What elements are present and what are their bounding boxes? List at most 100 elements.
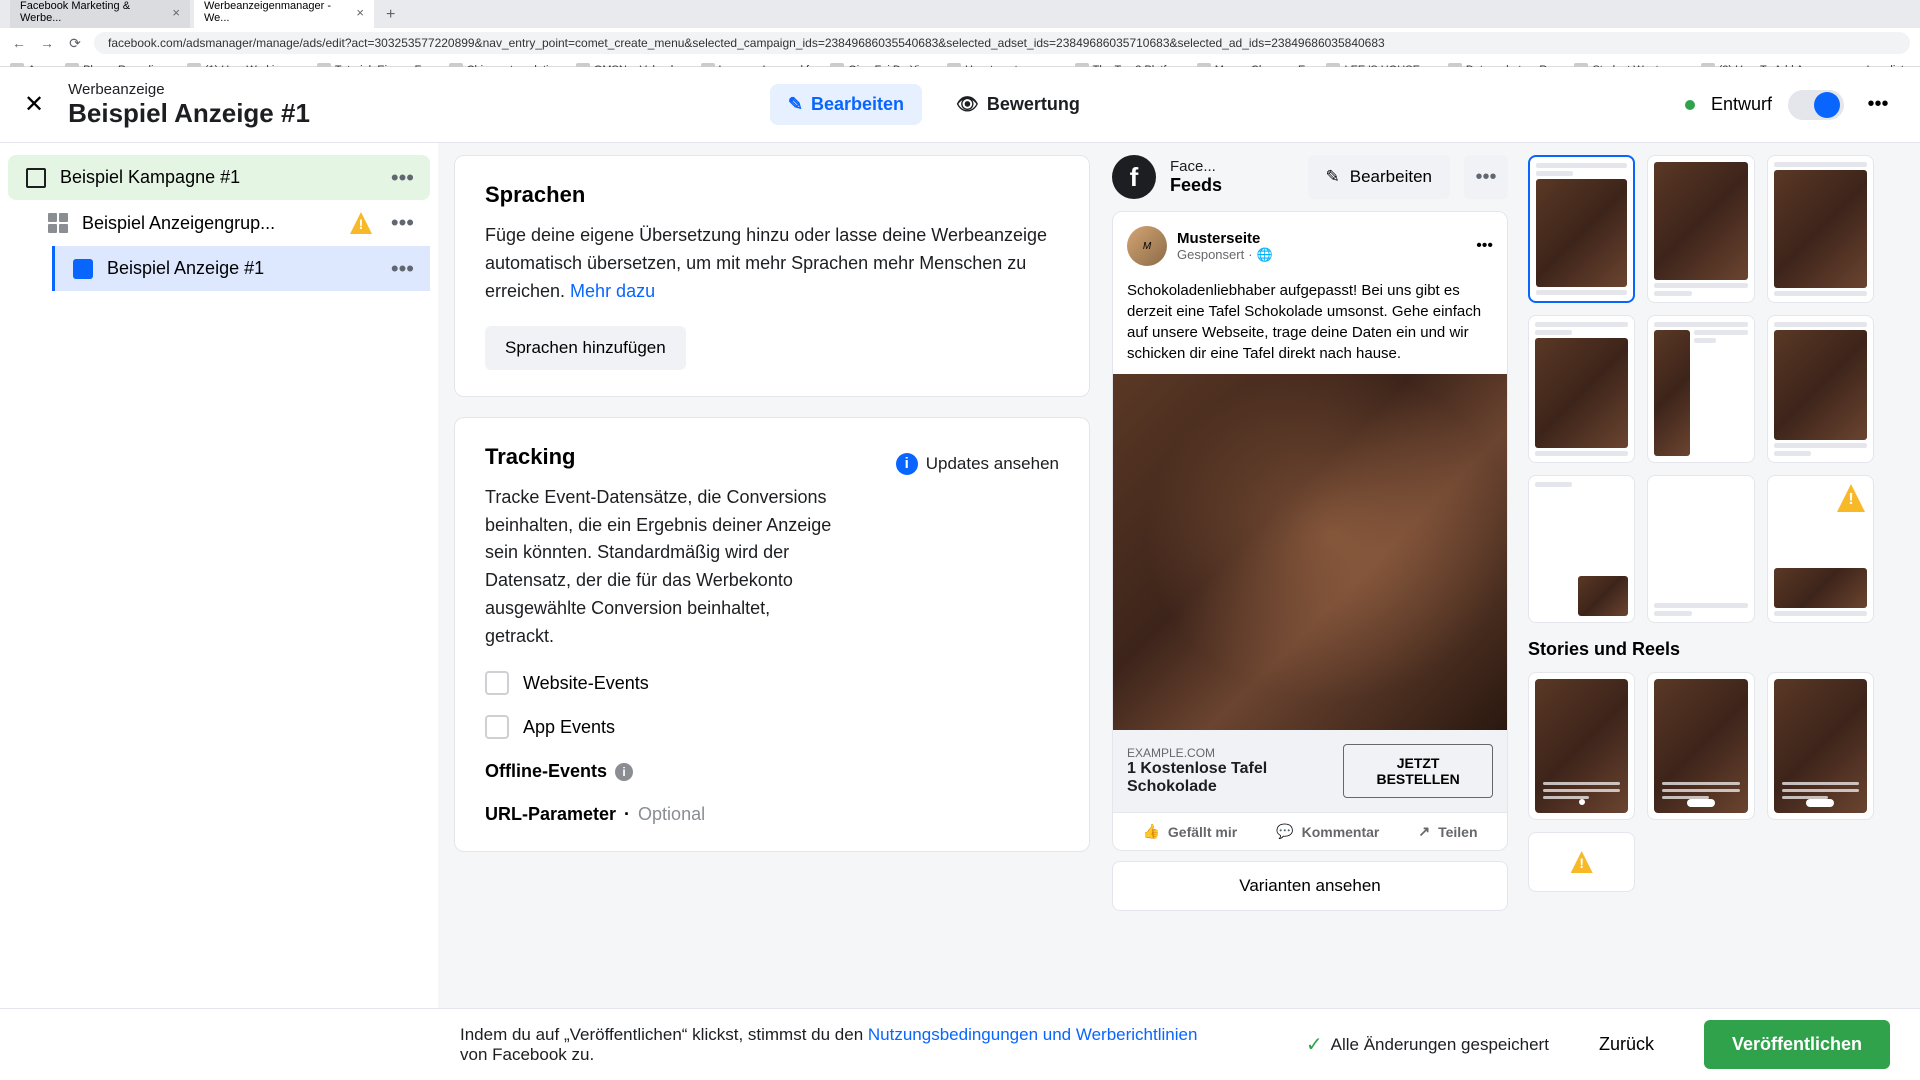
ad-cta-block: EXAMPLE.COM 1 Kostenlose Tafel Schokolad… xyxy=(1113,730,1507,812)
status-dot-icon xyxy=(1685,100,1695,110)
facebook-icon: f xyxy=(1112,155,1156,199)
placement-thumbnail[interactable] xyxy=(1647,155,1754,303)
placement-thumbnail[interactable] xyxy=(1528,832,1635,892)
placement-thumbnail[interactable] xyxy=(1528,315,1635,463)
preview-thumbnails: Stories und Reels xyxy=(1528,155,1874,1001)
ad-icon xyxy=(73,259,93,279)
share-icon: ↗ xyxy=(1418,823,1430,840)
sidebar-item-label: Beispiel Anzeige #1 xyxy=(107,258,264,279)
view-updates-button[interactable]: i Updates ansehen xyxy=(896,453,1059,475)
header-tabs: ✎ Bearbeiten 👁 Bewertung xyxy=(770,84,1098,125)
info-icon[interactable]: i xyxy=(615,763,633,781)
folder-icon xyxy=(26,168,46,188)
ad-image xyxy=(1113,374,1507,730)
ad-more-icon[interactable]: ••• xyxy=(1476,237,1493,255)
back-icon[interactable]: ← xyxy=(10,34,28,52)
tab-bar: Facebook Marketing & Werbe...× Werbeanze… xyxy=(0,0,1920,28)
app-events-checkbox[interactable]: App Events xyxy=(485,715,1059,739)
close-icon[interactable]: × xyxy=(172,5,180,20)
add-languages-button[interactable]: Sprachen hinzufügen xyxy=(485,326,686,370)
back-button[interactable]: Zurück xyxy=(1579,1020,1674,1069)
comment-button[interactable]: 💬Kommentar xyxy=(1276,823,1379,840)
feeds-grid xyxy=(1528,155,1874,623)
close-icon[interactable]: × xyxy=(356,5,364,20)
status-toggle[interactable] xyxy=(1788,90,1844,120)
edit-label: Bearbeiten xyxy=(1350,167,1432,187)
sidebar-item-adgroup[interactable]: Beispiel Anzeigengrup... ••• xyxy=(30,200,430,246)
updates-label: Updates ansehen xyxy=(926,454,1059,474)
sidebar-item-campaign[interactable]: Beispiel Kampagne #1 ••• xyxy=(8,155,430,200)
ad-domain: EXAMPLE.COM xyxy=(1127,746,1343,760)
new-tab-button[interactable]: + xyxy=(378,2,403,28)
browser-tab[interactable]: Facebook Marketing & Werbe...× xyxy=(10,0,190,28)
url-input[interactable]: facebook.com/adsmanager/manage/ads/edit?… xyxy=(94,32,1910,54)
sidebar-item-label: Beispiel Kampagne #1 xyxy=(60,167,240,188)
tab-edit[interactable]: ✎ Bearbeiten xyxy=(770,84,922,125)
ad-copy: Schokoladenliebhaber aufgepasst! Bei uns… xyxy=(1113,280,1507,374)
placement-thumbnail[interactable] xyxy=(1528,475,1635,623)
placement-thumbnail[interactable] xyxy=(1647,475,1754,623)
page-header: ✕ Werbeanzeige Beispiel Anzeige #1 ✎ Bea… xyxy=(0,67,1920,143)
pencil-icon: ✎ xyxy=(1326,167,1340,187)
eye-icon: 👁 xyxy=(956,94,979,115)
card-title: Tracking xyxy=(485,444,575,470)
more-icon[interactable]: ••• xyxy=(391,165,414,191)
entity-type: Werbeanzeige xyxy=(68,81,310,98)
url-parameter-label: URL-Parameter · Optional xyxy=(485,804,1059,825)
checkbox-icon xyxy=(485,715,509,739)
more-icon[interactable]: ••• xyxy=(391,210,414,236)
placement-thumbnail[interactable] xyxy=(1767,155,1874,303)
sidebar-item-ad[interactable]: Beispiel Anzeige #1 ••• xyxy=(52,246,430,291)
tab-label: Bewertung xyxy=(987,94,1080,115)
tab-label: Bearbeiten xyxy=(811,94,904,115)
warning-icon xyxy=(350,212,372,234)
website-events-checkbox[interactable]: Website-Events xyxy=(485,671,1059,695)
checkbox-icon xyxy=(485,671,509,695)
variants-button[interactable]: Varianten ansehen xyxy=(1112,861,1508,911)
tab-label: Werbeanzeigenmanager - We... xyxy=(204,0,344,24)
browser-tab[interactable]: Werbeanzeigenmanager - We... × xyxy=(194,0,374,28)
offline-events-label: Offline-Events i xyxy=(485,761,1059,782)
preview-pane: f Face... Feeds ✎ Bearbeiten ••• M Muste… xyxy=(1106,143,1920,1013)
tracking-card: Tracking i Updates ansehen Tracke Event-… xyxy=(454,417,1090,852)
placement-thumbnail[interactable] xyxy=(1528,672,1635,820)
warning-icon xyxy=(1571,851,1593,873)
footer-agreement: Indem du auf „Veröffentlichen“ klickst, … xyxy=(460,1025,1220,1065)
placement-thumbnail[interactable] xyxy=(1767,315,1874,463)
preview-header: f Face... Feeds ✎ Bearbeiten ••• xyxy=(1112,155,1508,199)
share-button[interactable]: ↗Teilen xyxy=(1418,823,1477,840)
languages-card: Sprachen Füge deine eigene Übersetzung h… xyxy=(454,155,1090,397)
more-icon[interactable]: ••• xyxy=(391,256,414,282)
header-right: Entwurf ••• xyxy=(1685,87,1896,123)
ad-preview-header: M Musterseite Gesponsert · 🌐 ••• xyxy=(1113,212,1507,280)
like-button[interactable]: 👍Gefällt mir xyxy=(1142,823,1237,840)
cta-button[interactable]: JETZT BESTELLEN xyxy=(1343,744,1493,798)
editor-pane: Sprachen Füge deine eigene Übersetzung h… xyxy=(438,143,1106,1013)
placement-thumbnail[interactable] xyxy=(1647,672,1754,820)
preview-edit-button[interactable]: ✎ Bearbeiten xyxy=(1308,155,1450,199)
forward-icon[interactable]: → xyxy=(38,34,56,52)
publish-button[interactable]: Veröffentlichen xyxy=(1704,1020,1890,1069)
checkbox-label: App Events xyxy=(523,717,615,738)
page-avatar: M xyxy=(1127,226,1167,266)
main-content: Beispiel Kampagne #1 ••• Beispiel Anzeig… xyxy=(0,143,1920,1013)
reload-icon[interactable]: ⟳ xyxy=(66,34,84,52)
browser-chrome: Facebook Marketing & Werbe...× Werbeanze… xyxy=(0,0,1920,67)
terms-link[interactable]: Nutzungsbedingungen und Werberichtlinien xyxy=(868,1025,1198,1044)
close-button[interactable]: ✕ xyxy=(24,90,44,119)
placement-thumbnail[interactable] xyxy=(1647,315,1754,463)
footer-bar: Indem du auf „Veröffentlichen“ klickst, … xyxy=(0,1008,1920,1080)
learn-more-link[interactable]: Mehr dazu xyxy=(570,281,655,301)
status-text: Entwurf xyxy=(1711,94,1772,115)
info-icon: i xyxy=(896,453,918,475)
comment-icon: 💬 xyxy=(1276,823,1293,840)
pencil-icon: ✎ xyxy=(788,94,803,115)
tab-review[interactable]: 👁 Bewertung xyxy=(938,84,1098,125)
placement-thumbnail[interactable] xyxy=(1767,672,1874,820)
more-menu-button[interactable]: ••• xyxy=(1860,87,1896,123)
card-description: Tracke Event-Datensätze, die Conversions… xyxy=(485,484,841,651)
preview-more-button[interactable]: ••• xyxy=(1464,155,1508,199)
placement-thumbnail[interactable] xyxy=(1528,155,1635,303)
stories-grid xyxy=(1528,672,1874,892)
placement-thumbnail[interactable] xyxy=(1767,475,1874,623)
